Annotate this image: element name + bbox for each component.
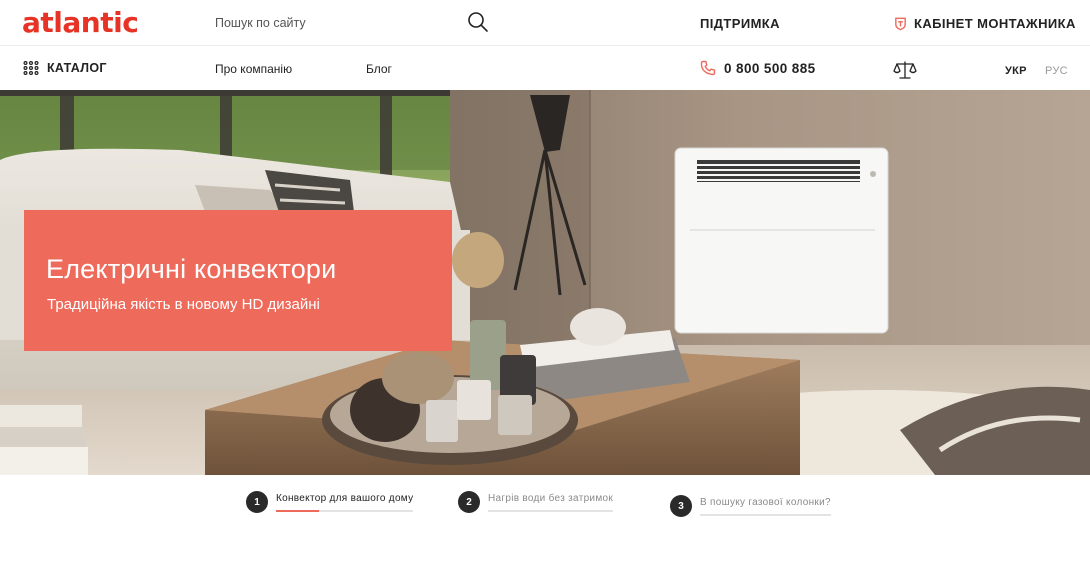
installer-cabinet-link[interactable]: КАБІНЕТ МОНТАЖНИКА <box>893 16 1076 31</box>
search-icon <box>468 12 488 32</box>
slide-tab-label: Конвектор для вашого дому <box>276 493 414 504</box>
grid-dots-icon <box>23 61 39 75</box>
slider-tabs: 1 Конвектор для вашого дому 2 Нагрів вод… <box>0 475 1090 581</box>
top-header: atlantic ПІДТРИМКА КАБІНЕТ МОНТАЖНИКА <box>0 0 1090 46</box>
slide-number: 1 <box>246 491 268 513</box>
slide-tab-label: В пошуку газової колонки? <box>700 497 831 508</box>
scales-compare-icon <box>893 61 917 79</box>
slide-number: 3 <box>670 495 692 517</box>
slide-tab-label: Нагрів води без затримок <box>488 493 614 504</box>
nav-link-about[interactable]: Про компанію <box>215 62 292 76</box>
phone-icon <box>700 60 716 76</box>
slide-progress-bar <box>276 510 414 512</box>
slide-tab-1[interactable]: 1 Конвектор для вашого дому <box>246 490 414 513</box>
lang-rus[interactable]: РУС <box>1045 65 1068 77</box>
slide-progress-fill <box>276 510 319 512</box>
support-link[interactable]: ПІДТРИМКА <box>700 16 780 31</box>
phone-number: 0 800 500 885 <box>724 60 816 76</box>
catalog-label: КАТАЛОГ <box>47 61 107 75</box>
slide-tab-2[interactable]: 2 Нагрів води без затримок <box>458 490 614 513</box>
search-input[interactable] <box>215 13 455 33</box>
installer-badge-icon <box>895 17 906 30</box>
slide-tab-3[interactable]: 3 В пошуку газової колонки? <box>670 494 831 517</box>
catalog-button[interactable]: КАТАЛОГ <box>23 61 107 75</box>
phone-link[interactable]: 0 800 500 885 <box>700 60 816 76</box>
lang-ukr[interactable]: УКР <box>1005 65 1027 77</box>
nav-link-blog[interactable]: Блог <box>366 62 392 76</box>
installer-cabinet-label: КАБІНЕТ МОНТАЖНИКА <box>914 16 1076 31</box>
search-button[interactable] <box>466 10 490 34</box>
hero-banner: Електричні конвектори Традиційна якість … <box>0 90 1090 475</box>
hero-title: Електричні конвектори <box>46 254 337 284</box>
slide-progress-bar <box>700 514 831 516</box>
atlantic-logo[interactable]: atlantic <box>22 6 139 39</box>
hero-subtitle: Традиційна якість в новому HD дизайні <box>47 296 320 313</box>
hero-promo-banner[interactable]: Електричні конвектори Традиційна якість … <box>24 210 452 351</box>
slide-number: 2 <box>458 491 480 513</box>
main-nav: КАТАЛОГ Про компанію Блог 0 800 500 885 … <box>0 46 1090 90</box>
compare-button[interactable] <box>893 60 917 80</box>
slide-progress-bar <box>488 510 614 512</box>
